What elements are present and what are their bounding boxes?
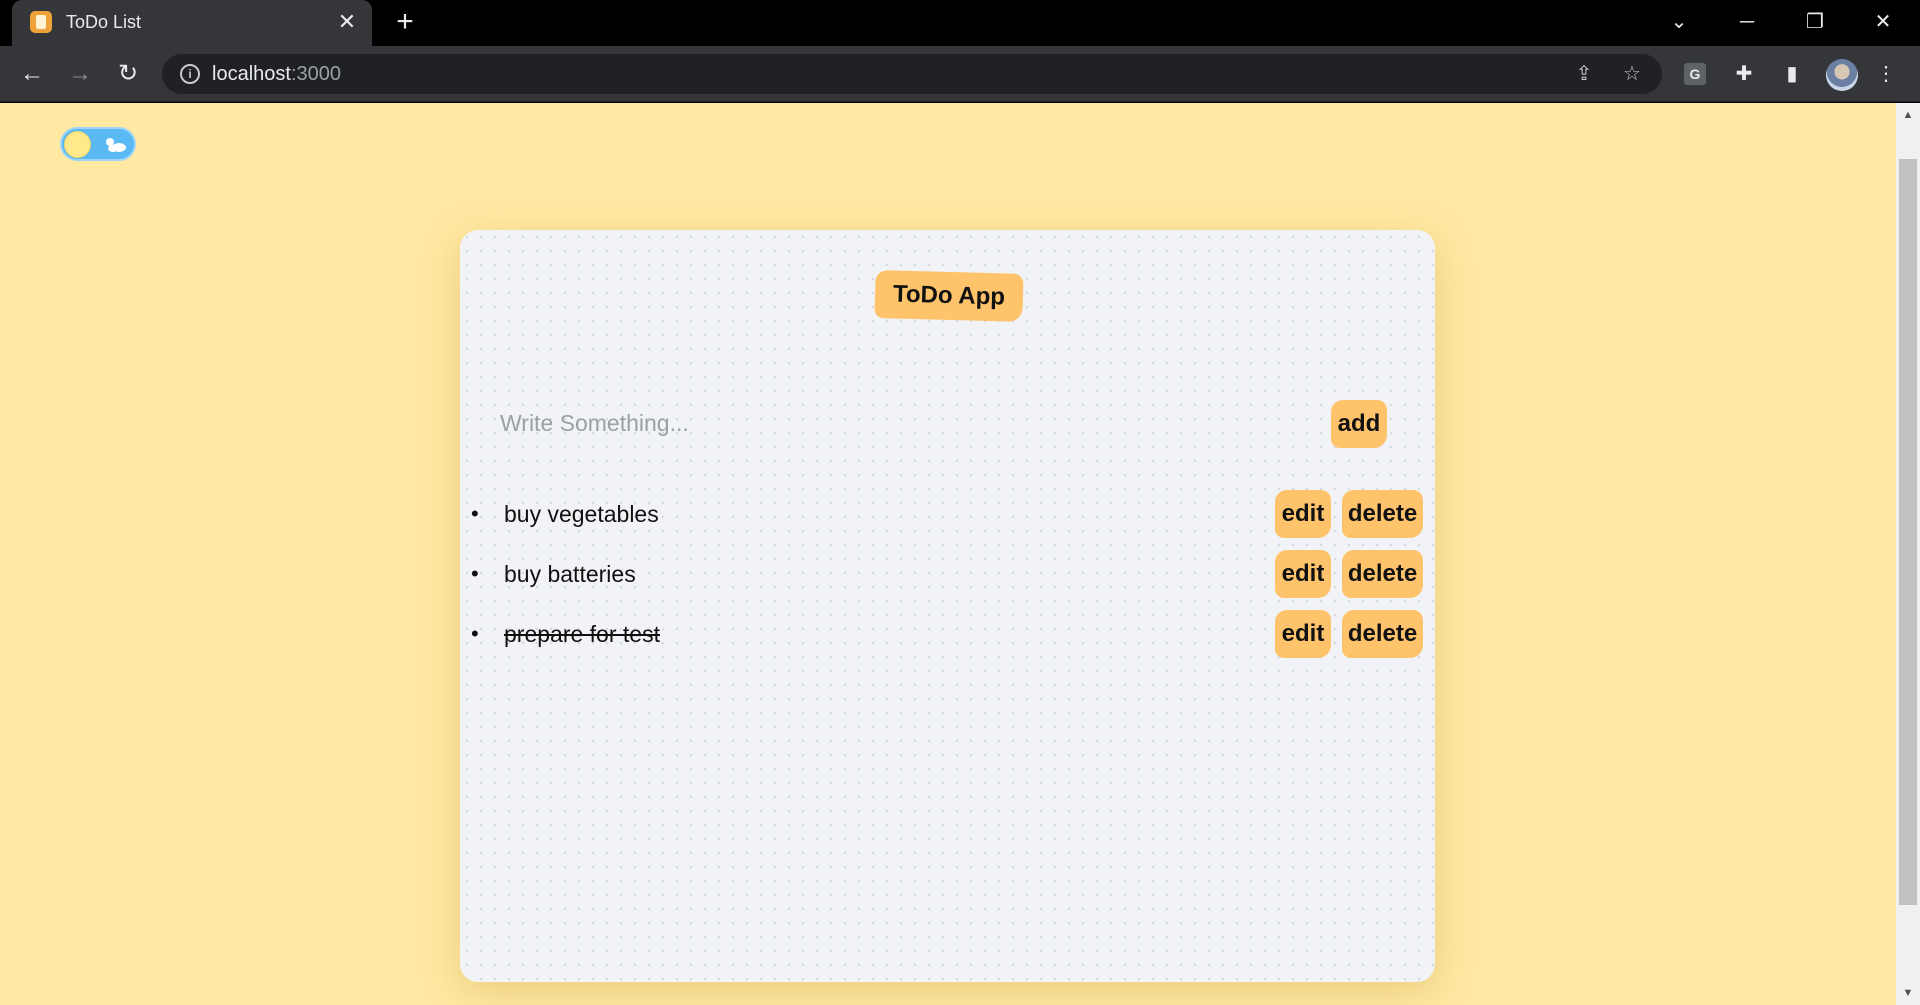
scrollbar-thumb[interactable] xyxy=(1899,159,1917,905)
forward-icon[interactable]: → xyxy=(64,58,96,90)
tab-title: ToDo List xyxy=(66,12,142,32)
todo-text[interactable]: buy vegetables xyxy=(504,501,659,528)
bullet: • xyxy=(471,561,479,586)
profile-avatar[interactable] xyxy=(1826,59,1858,91)
address-bar[interactable]: i localhost:3000 ⇪ ☆ xyxy=(162,54,1662,94)
extension-g-icon[interactable]: G xyxy=(1684,63,1706,85)
minimize-icon[interactable]: ─ xyxy=(1724,4,1770,40)
scroll-down-arrow-icon[interactable]: ▼ xyxy=(1902,987,1914,999)
tab-search-icon[interactable]: ⌄ xyxy=(1656,4,1702,40)
scroll-up-arrow-icon[interactable]: ▲ xyxy=(1902,109,1914,121)
new-tab-button[interactable]: + xyxy=(390,7,420,38)
todo-item: • prepare for test edit delete xyxy=(460,610,1435,670)
back-icon[interactable]: ← xyxy=(16,58,48,90)
bullet: • xyxy=(471,501,479,526)
site-info-icon[interactable]: i xyxy=(180,64,200,84)
browser-tab[interactable]: ToDo List ✕ xyxy=(12,0,372,46)
todo-text[interactable]: prepare for test xyxy=(504,621,660,648)
browser-toolbar: ← → ↻ i localhost:3000 ⇪ ☆ G ✚ ▮ ⋮ xyxy=(0,46,1920,102)
todo-text[interactable]: buy batteries xyxy=(504,561,636,588)
bullet: • xyxy=(471,621,479,646)
todo-card: ToDo App add • buy vegetables edit delet… xyxy=(460,230,1435,982)
page-scrollbar[interactable]: ▲ ▼ xyxy=(1896,103,1920,1005)
edit-button[interactable]: edit xyxy=(1275,490,1331,538)
todo-item: • buy batteries edit delete xyxy=(460,550,1435,610)
delete-button[interactable]: delete xyxy=(1342,610,1423,658)
cloud-icon xyxy=(106,138,128,152)
browser-tab-bar: ToDo List ✕ + ⌄ ─ ❐ ✕ xyxy=(0,0,1920,46)
todo-list: • buy vegetables edit delete • buy batte… xyxy=(460,490,1435,670)
todo-item: • buy vegetables edit delete xyxy=(460,490,1435,550)
reload-icon[interactable]: ↻ xyxy=(112,58,144,90)
notepad-icon xyxy=(30,11,52,33)
share-icon[interactable]: ⇪ xyxy=(1572,62,1596,86)
edit-button[interactable]: edit xyxy=(1275,550,1331,598)
delete-button[interactable]: delete xyxy=(1342,490,1423,538)
side-panel-icon[interactable]: ▮ xyxy=(1778,60,1806,88)
add-button[interactable]: add xyxy=(1331,400,1387,448)
todo-input[interactable] xyxy=(500,402,1300,444)
close-tab-icon[interactable]: ✕ xyxy=(334,9,360,35)
theme-toggle[interactable] xyxy=(60,127,136,161)
close-window-icon[interactable]: ✕ xyxy=(1860,4,1906,40)
url-text[interactable]: localhost:3000 xyxy=(212,63,341,86)
bookmark-star-icon[interactable]: ☆ xyxy=(1620,62,1644,86)
restore-icon[interactable]: ❐ xyxy=(1792,4,1838,40)
sun-icon xyxy=(64,131,91,158)
app-title: ToDo App xyxy=(874,270,1024,322)
menu-kebab-icon[interactable]: ⋮ xyxy=(1872,60,1900,88)
extensions-puzzle-icon[interactable]: ✚ xyxy=(1730,60,1758,88)
page-viewport: ToDo App add • buy vegetables edit delet… xyxy=(0,103,1896,1005)
edit-button[interactable]: edit xyxy=(1275,610,1331,658)
delete-button[interactable]: delete xyxy=(1342,550,1423,598)
